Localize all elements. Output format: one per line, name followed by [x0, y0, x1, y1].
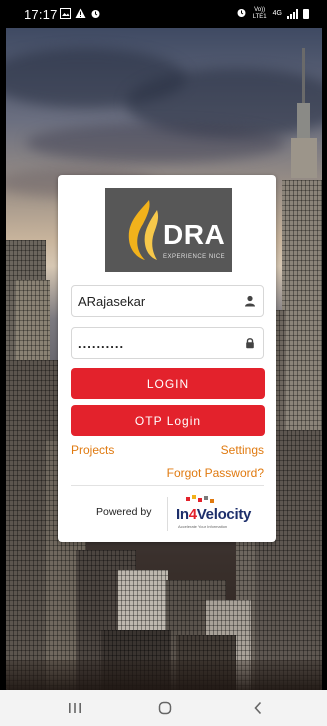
vendor-tagline: Accelerate Your Information — [178, 524, 228, 529]
powered-by-label: Powered by — [96, 506, 152, 518]
status-time: 17:17 — [24, 7, 58, 22]
dra-logo: DRA EXPERIENCE NICE — [105, 188, 232, 272]
card-divider — [71, 485, 264, 486]
username-input[interactable] — [78, 291, 238, 311]
volte-icon: Vo)) LTE1 — [252, 7, 267, 20]
alarm-icon — [90, 8, 101, 23]
lock-icon — [246, 338, 254, 349]
signal-icon — [287, 9, 298, 19]
user-icon — [245, 295, 255, 307]
flame-logo-icon — [128, 200, 159, 260]
status-bar: 17:17 Vo)) LTE1 4G — [0, 0, 327, 28]
password-input[interactable] — [78, 333, 238, 353]
otp-login-button[interactable]: OTP Login — [71, 405, 265, 436]
vendor-name: In4Velocity — [176, 506, 252, 523]
logo-brand-text: DRA — [163, 219, 226, 250]
warning-icon — [75, 8, 86, 23]
home-icon[interactable] — [155, 699, 175, 717]
4g-icon: 4G — [272, 10, 282, 17]
vertical-separator — [167, 497, 168, 531]
logo-tagline: EXPERIENCE NICE — [163, 254, 226, 260]
gallery-icon — [60, 8, 71, 23]
alarm-icon — [236, 7, 247, 21]
login-button[interactable]: LOGIN — [71, 368, 265, 399]
back-icon[interactable] — [248, 699, 268, 717]
forgot-password-link[interactable]: Forgot Password? — [167, 466, 264, 480]
status-icons-right: Vo)) LTE1 4G — [236, 7, 309, 21]
navigation-bar — [0, 690, 327, 726]
phone-screen: 17:17 Vo)) LTE1 4G DRA EXPERIENCE NICE A… — [0, 0, 327, 726]
battery-icon — [303, 9, 309, 19]
settings-link[interactable]: Settings — [221, 443, 264, 457]
projects-link[interactable]: Projects — [71, 443, 114, 457]
username-field[interactable] — [71, 285, 264, 317]
in4velocity-logo: In4Velocity Accelerate Your Information — [176, 495, 256, 531]
recent-apps-icon[interactable] — [65, 699, 85, 717]
status-icons-left — [60, 8, 101, 23]
login-card: DRA EXPERIENCE NICE LOGIN OTP Login Proj… — [58, 175, 276, 542]
password-field[interactable] — [71, 327, 264, 359]
